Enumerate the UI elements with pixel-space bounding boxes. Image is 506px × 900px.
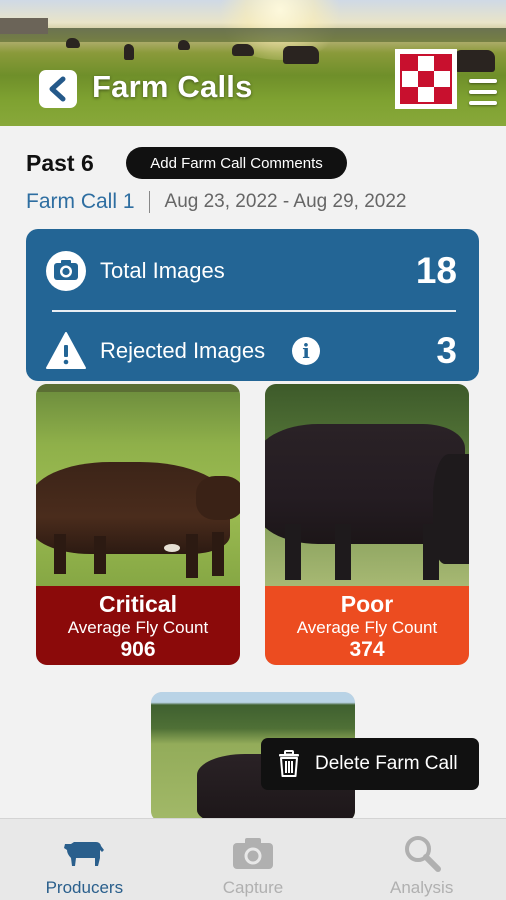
metric-label: Average Fly Count xyxy=(296,618,438,638)
tab-capture[interactable]: Capture xyxy=(169,819,338,900)
stats-divider xyxy=(52,310,456,312)
warning-icon xyxy=(44,329,88,373)
pasture-cow xyxy=(124,44,134,60)
total-images-row: Total Images 18 xyxy=(26,233,479,309)
stats-card: Total Images 18 Rejected Images i 3 xyxy=(26,229,479,381)
cow-photo xyxy=(265,384,469,586)
tab-analysis[interactable]: Analysis xyxy=(337,819,506,900)
rating-label: Poor xyxy=(340,591,394,617)
camera-icon xyxy=(230,833,276,873)
past-count-label: Past 6 xyxy=(26,150,94,176)
image-card-critical[interactable]: Critical Average Fly Count 906 xyxy=(36,384,240,665)
rating-label: Critical xyxy=(99,591,177,617)
farm-call-link[interactable]: Farm Call 1 xyxy=(26,190,135,214)
hamburger-menu-icon[interactable] xyxy=(469,79,497,105)
tab-label: Analysis xyxy=(390,878,454,897)
delete-farm-call-button[interactable]: Delete Farm Call xyxy=(261,738,479,790)
tab-label: Capture xyxy=(222,878,284,897)
farm-call-row: Farm Call 1 Aug 23, 2022 - Aug 29, 2022 xyxy=(26,189,406,215)
rating-band: Critical Average Fly Count 906 xyxy=(36,586,240,665)
header-banner: Farm Calls xyxy=(0,0,506,126)
cow-photo xyxy=(36,384,240,586)
metric-label: Average Fly Count xyxy=(67,618,209,638)
info-icon[interactable]: i xyxy=(292,337,320,365)
checkerboard-logo xyxy=(395,49,457,109)
rejected-images-label: Rejected Images xyxy=(100,338,266,363)
pasture-cow xyxy=(455,50,495,72)
tab-bar: Producers Capture Analysis xyxy=(0,818,506,900)
trash-icon xyxy=(275,748,303,780)
image-card-poor[interactable]: Poor Average Fly Count 374 xyxy=(265,384,469,665)
camera-icon xyxy=(44,249,88,293)
rating-band: Poor Average Fly Count 374 xyxy=(265,586,469,665)
barn xyxy=(0,18,48,34)
total-images-value: 18 xyxy=(415,250,457,291)
cow-icon xyxy=(61,833,107,873)
rejected-images-row: Rejected Images i 3 xyxy=(26,313,479,389)
chevron-left-icon xyxy=(49,76,66,102)
back-button[interactable] xyxy=(39,70,77,108)
delete-farm-call-label: Delete Farm Call xyxy=(315,753,458,774)
tab-label: Producers xyxy=(45,878,124,897)
rejected-images-value: 3 xyxy=(436,330,457,371)
pasture-cow xyxy=(232,44,254,56)
fly-count: 906 xyxy=(120,637,156,661)
add-comments-button[interactable]: Add Farm Call Comments xyxy=(126,147,347,179)
pasture-cow xyxy=(178,40,190,50)
total-images-label: Total Images xyxy=(100,258,225,283)
fly-count: 374 xyxy=(349,637,385,661)
page-title: Farm Calls xyxy=(92,69,253,104)
magnifier-icon xyxy=(399,833,445,873)
tab-producers[interactable]: Producers xyxy=(0,819,169,900)
divider xyxy=(148,191,150,213)
date-range: Aug 23, 2022 - Aug 29, 2022 xyxy=(164,191,407,212)
pasture-cow xyxy=(66,38,80,48)
pasture-cow xyxy=(283,46,319,64)
